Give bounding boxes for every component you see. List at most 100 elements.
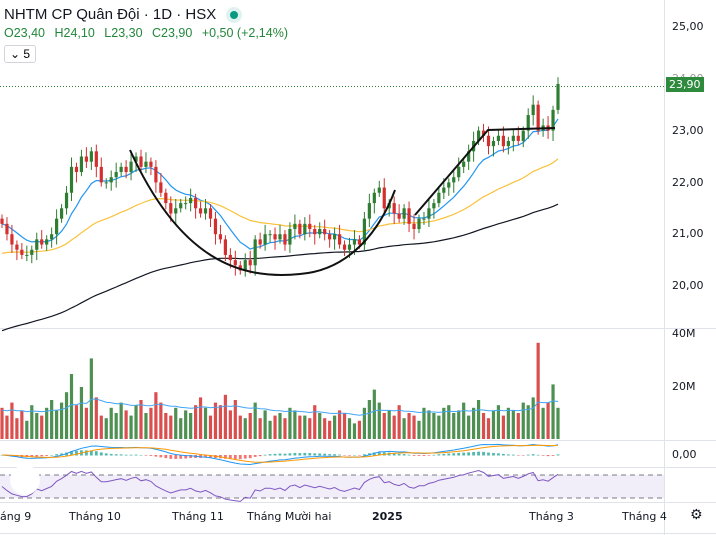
- low-value: L23,30: [104, 26, 143, 40]
- candle-body: [397, 213, 401, 219]
- macd-histogram-bar: [104, 453, 108, 456]
- candle-body: [99, 166, 103, 183]
- volume-bar: [303, 415, 307, 439]
- candle-body: [59, 208, 64, 219]
- volume-bar: [154, 392, 158, 439]
- volume-bar: [223, 394, 227, 439]
- volume-bar: [481, 413, 486, 439]
- candle-body: [208, 208, 213, 219]
- volume-bar: [347, 418, 352, 439]
- volume-bar: [194, 405, 198, 439]
- volume-bar: [20, 410, 24, 439]
- volume-bar: [218, 405, 223, 439]
- macd-histogram-bar: [35, 455, 39, 457]
- candle-body: [84, 156, 88, 162]
- candle-body: [288, 229, 292, 245]
- volume-bar: [258, 418, 262, 439]
- macd-histogram-bar: [526, 454, 530, 456]
- macd-histogram-bar: [362, 454, 366, 456]
- macd-histogram-bar: [457, 452, 461, 456]
- volume-bar: [189, 413, 193, 439]
- macd-histogram-bar: [333, 454, 337, 456]
- volume-bar: [69, 374, 74, 439]
- indicators-collapse-button[interactable]: ⌄ 5: [4, 45, 37, 63]
- volume-bar: [283, 418, 287, 439]
- candle-body: [35, 239, 39, 250]
- time-label: Tháng 10: [69, 510, 121, 523]
- volume-bar: [407, 413, 411, 439]
- candle-body: [55, 218, 59, 235]
- high-value: H24,10: [54, 26, 95, 40]
- volume-bar: [402, 418, 406, 439]
- candle-body: [5, 223, 9, 235]
- volume-bar: [357, 420, 362, 439]
- volume-bar: [119, 402, 123, 439]
- macd-histogram-bar: [149, 455, 153, 456]
- candle-body: [496, 135, 501, 141]
- volume-bar: [476, 400, 481, 439]
- macd-histogram-bar: [268, 454, 272, 456]
- candle-body: [69, 166, 74, 193]
- candle-body: [139, 156, 143, 167]
- macd-histogram-bar: [516, 455, 520, 456]
- candle-body: [179, 203, 183, 209]
- candle-body: [347, 244, 352, 250]
- candle-body: [20, 249, 24, 255]
- candle-body: [293, 223, 297, 230]
- volume-bar: [313, 405, 317, 439]
- volume-bar: [352, 423, 357, 439]
- volume-bar: [362, 407, 366, 439]
- candle-body: [154, 166, 158, 183]
- macd-histogram-bar: [99, 452, 103, 456]
- candle-body: [149, 161, 153, 167]
- volume-bar: [208, 415, 213, 439]
- volume-bar: [536, 342, 540, 439]
- volume-bars: [0, 342, 560, 439]
- chart-legend: NHTM CP Quân Đội · 1D · HSX O23,40 H24,1…: [4, 6, 294, 63]
- volume-bar: [293, 410, 297, 439]
- close-value: C23,90: [152, 26, 193, 40]
- candle-body: [382, 187, 386, 209]
- candle-body: [15, 244, 19, 250]
- candle-body: [521, 130, 525, 141]
- candle-body: [432, 203, 436, 209]
- candle-body: [213, 218, 218, 235]
- symbol-title[interactable]: NHTM CP Quân Đội · 1D · HSX: [4, 6, 216, 23]
- open-value: O23,40: [4, 26, 46, 40]
- volume-bar: [506, 407, 510, 439]
- macd-histogram-bar: [174, 455, 178, 459]
- macd-histogram-bar: [541, 455, 545, 456]
- macd-histogram-bar: [40, 455, 44, 457]
- volume-bar: [273, 415, 277, 439]
- candle-body: [228, 254, 232, 261]
- volume-bar: [333, 415, 337, 439]
- time-label: Tháng 4: [622, 510, 667, 523]
- macd-histogram-bar: [293, 452, 297, 456]
- chart-root[interactable]: NHTM CP Quân Đội · 1D · HSX O23,40 H24,1…: [0, 0, 716, 535]
- candle-body: [328, 234, 332, 240]
- settings-gear-icon[interactable]: ⚙: [690, 507, 703, 523]
- candle-body: [278, 234, 282, 240]
- candle-body: [501, 135, 505, 147]
- volume-bar: [10, 402, 14, 439]
- volume-bar: [288, 407, 292, 439]
- macd-histogram-bar: [487, 452, 490, 456]
- candle-body: [556, 83, 560, 110]
- candle-body: [342, 244, 347, 250]
- candle-body: [114, 172, 118, 178]
- macd-label: 0,00: [672, 448, 697, 461]
- macd-histogram-bar: [303, 452, 307, 456]
- volume-bar: [0, 407, 4, 439]
- candle-body: [377, 187, 381, 193]
- volume-bar: [457, 410, 461, 439]
- candle-body: [30, 249, 34, 255]
- chart-canvas[interactable]: [0, 0, 716, 535]
- candle-body: [367, 203, 371, 219]
- macd-histogram-bar: [343, 455, 346, 456]
- volume-bar: [452, 413, 456, 439]
- candle-body: [233, 260, 237, 266]
- volume-bar: [427, 410, 431, 439]
- volume-bar: [40, 415, 44, 439]
- macd-histogram-bar: [407, 454, 411, 456]
- candle-body: [263, 234, 267, 245]
